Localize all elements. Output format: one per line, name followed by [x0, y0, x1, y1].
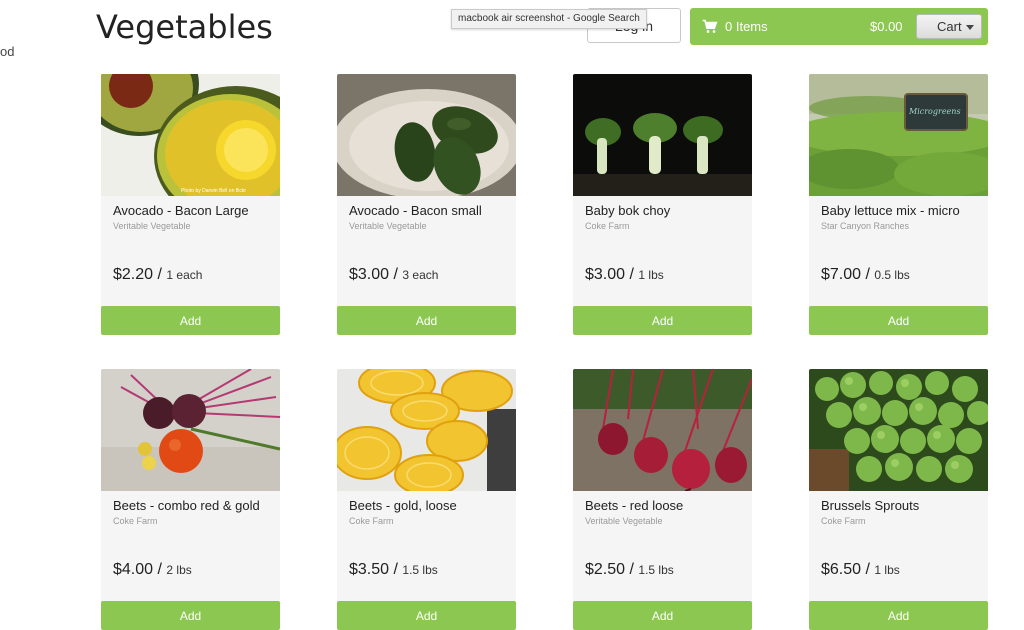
product-unit: 1.5 lbs [402, 563, 438, 577]
cart-total: $0.00 [870, 19, 903, 34]
product-price-row: $2.20 / 1 each [113, 266, 203, 283]
product-unit: 1 lbs [638, 268, 664, 282]
add-to-cart-button[interactable]: Add [809, 306, 988, 335]
product-price-row: $4.00 / 2 lbs [113, 561, 192, 578]
product-farm: Veritable Vegetable [349, 221, 427, 231]
product-image-beets-combo[interactable] [101, 369, 280, 491]
photo-credit-text: Photo by Darwin Bell on flickr [181, 188, 246, 194]
product-image-avocado-halves[interactable]: Photo by Darwin Bell on flickr [101, 74, 280, 196]
cart-dropdown-label: Cart [937, 19, 962, 34]
product-farm: Coke Farm [113, 516, 158, 526]
add-to-cart-button[interactable]: Add [573, 601, 752, 630]
product-price-row: $3.00 / 1 lbs [585, 266, 664, 283]
product-price: $3.00 [585, 266, 626, 283]
product-name[interactable]: Beets - combo red & gold [113, 498, 260, 513]
product-card: Avocado - Bacon small Veritable Vegetabl… [337, 74, 516, 335]
product-farm: Star Canyon Ranches [821, 221, 910, 231]
chalkboard-sign-text: Microgreens [908, 107, 961, 116]
product-card: Beets - red loose Veritable Vegetable $2… [573, 369, 752, 630]
product-unit: 0.5 lbs [874, 268, 910, 282]
product-unit: 1 each [166, 268, 203, 282]
product-unit: 3 each [402, 268, 439, 282]
product-card: Microgreens Baby lettuce mix - micro Sta… [809, 74, 988, 335]
product-price-row: $3.50 / 1.5 lbs [349, 561, 438, 578]
product-card: Baby bok choy Coke Farm $3.00 / 1 lbs Ad… [573, 74, 752, 335]
product-name[interactable]: Baby lettuce mix - micro [821, 203, 960, 218]
product-farm: Coke Farm [349, 516, 394, 526]
add-to-cart-button[interactable]: Add [101, 601, 280, 630]
product-name[interactable]: Beets - red loose [585, 498, 683, 513]
product-image-avocados[interactable] [337, 74, 516, 196]
product-price: $2.20 [113, 266, 154, 283]
chevron-down-icon [966, 25, 974, 30]
product-name[interactable]: Baby bok choy [585, 203, 670, 218]
add-to-cart-button[interactable]: Add [573, 306, 752, 335]
shopping-cart-icon [702, 19, 718, 33]
product-image-gold-beet-slices[interactable] [337, 369, 516, 491]
page-title: Vegetables [96, 8, 273, 46]
add-to-cart-button[interactable]: Add [337, 601, 516, 630]
product-name[interactable]: Avocado - Bacon small [349, 203, 482, 218]
product-price-row: $6.50 / 1 lbs [821, 561, 900, 578]
product-price: $3.50 [349, 561, 390, 578]
cart-dropdown-button[interactable]: Cart [916, 14, 982, 39]
product-farm: Veritable Vegetable [585, 516, 663, 526]
product-unit: 2 lbs [166, 563, 192, 577]
product-price: $3.00 [349, 266, 390, 283]
add-to-cart-button[interactable]: Add [337, 306, 516, 335]
tooltip: macbook air screenshot - Google Search [451, 9, 647, 29]
cart-items-count: 0 Items [725, 19, 768, 34]
product-name[interactable]: Avocado - Bacon Large [113, 203, 249, 218]
product-card: Photo by Darwin Bell on flickr Avocado -… [101, 74, 280, 335]
product-card: Brussels Sprouts Coke Farm $6.50 / 1 lbs… [809, 369, 988, 630]
product-price-row: $3.00 / 3 each [349, 266, 439, 283]
cart-bar[interactable]: 0 Items $0.00 Cart [690, 8, 988, 45]
product-unit: 1 lbs [874, 563, 900, 577]
product-price: $4.00 [113, 561, 154, 578]
product-name[interactable]: Brussels Sprouts [821, 498, 919, 513]
product-farm: Veritable Vegetable [113, 221, 191, 231]
product-card: Beets - combo red & gold Coke Farm $4.00… [101, 369, 280, 630]
product-farm: Coke Farm [821, 516, 866, 526]
product-card: Beets - gold, loose Coke Farm $3.50 / 1.… [337, 369, 516, 630]
product-image-red-beets[interactable] [573, 369, 752, 491]
product-image-brussels-sprouts[interactable] [809, 369, 988, 491]
product-grid: Photo by Darwin Bell on flickr Avocado -… [101, 74, 988, 630]
product-image-bok-choy[interactable] [573, 74, 752, 196]
product-image-microgreens[interactable]: Microgreens [809, 74, 988, 196]
add-to-cart-button[interactable]: Add [809, 601, 988, 630]
product-price: $6.50 [821, 561, 862, 578]
product-price: $7.00 [821, 266, 862, 283]
product-unit: 1.5 lbs [638, 563, 674, 577]
sidebar-fragment: od [0, 44, 15, 59]
product-farm: Coke Farm [585, 221, 630, 231]
product-price: $2.50 [585, 561, 626, 578]
product-name[interactable]: Beets - gold, loose [349, 498, 457, 513]
add-to-cart-button[interactable]: Add [101, 306, 280, 335]
product-price-row: $7.00 / 0.5 lbs [821, 266, 910, 283]
product-price-row: $2.50 / 1.5 lbs [585, 561, 674, 578]
